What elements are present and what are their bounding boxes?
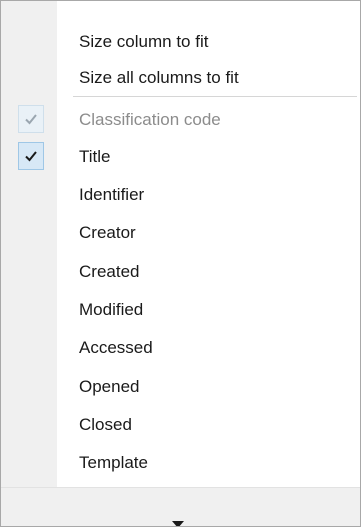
menu-item-label: Accessed (79, 338, 153, 357)
menu-item-label: Created (79, 262, 140, 281)
menu-item-label: Size column to fit (79, 32, 209, 51)
menu-item-label: Identifier (79, 185, 145, 204)
menu-item-size-all-columns-to-fit[interactable]: Size all columns to fit (1, 59, 360, 97)
menu-item-label: Classification code (79, 110, 221, 129)
menu-item-created[interactable]: Created (1, 253, 360, 291)
menu-item-modified[interactable]: Modified (1, 291, 360, 329)
menu-item-label: Creator (79, 223, 136, 242)
menu-item-label: Template (79, 453, 148, 472)
triangle-down-icon (172, 515, 184, 526)
menu-item-classification-code: Classification code (1, 101, 360, 139)
checkmark-icon (18, 105, 44, 133)
menu-item-template[interactable]: Template (1, 444, 360, 482)
column-context-menu: Size column to fit Size all columns to f… (0, 0, 361, 527)
menu-item-label: Modified (79, 300, 144, 319)
menu-item-label: Size all columns to fit (79, 68, 239, 87)
checkmark-icon (18, 142, 44, 170)
menu-item-identifier[interactable]: Identifier (1, 176, 360, 214)
menu-item-label: Opened (79, 377, 140, 396)
menu-item-closed[interactable]: Closed (1, 406, 360, 444)
menu-item-title[interactable]: Title (1, 138, 360, 176)
menu-item-label: Title (79, 147, 111, 166)
menu-item-creator[interactable]: Creator (1, 214, 360, 252)
menu-item-opened[interactable]: Opened (1, 368, 360, 406)
menu-separator (73, 96, 357, 97)
menu-item-size-column-to-fit[interactable]: Size column to fit (1, 23, 360, 61)
menu-scroll-down-button[interactable] (1, 487, 360, 526)
menu-item-accessed[interactable]: Accessed (1, 329, 360, 367)
menu-item-label: Closed (79, 415, 132, 434)
